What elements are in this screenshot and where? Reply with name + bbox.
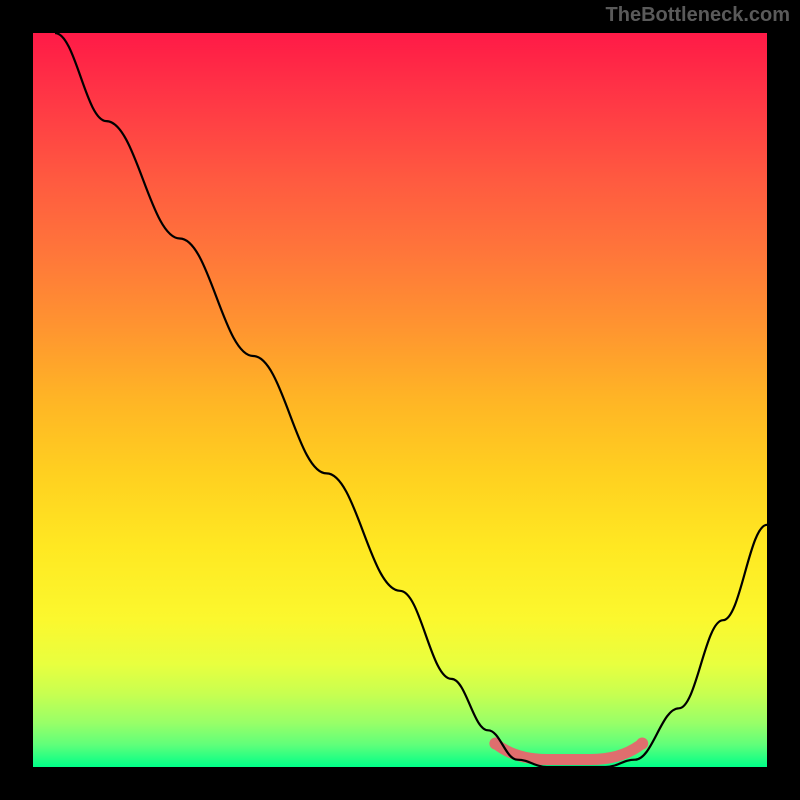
optimal-range-highlight xyxy=(495,744,642,760)
plot-area xyxy=(33,33,767,767)
highlight-endpoint-right xyxy=(636,738,648,750)
watermark-text: TheBottleneck.com xyxy=(606,4,790,27)
chart-svg xyxy=(33,33,767,767)
bottleneck-curve-line xyxy=(55,33,767,767)
